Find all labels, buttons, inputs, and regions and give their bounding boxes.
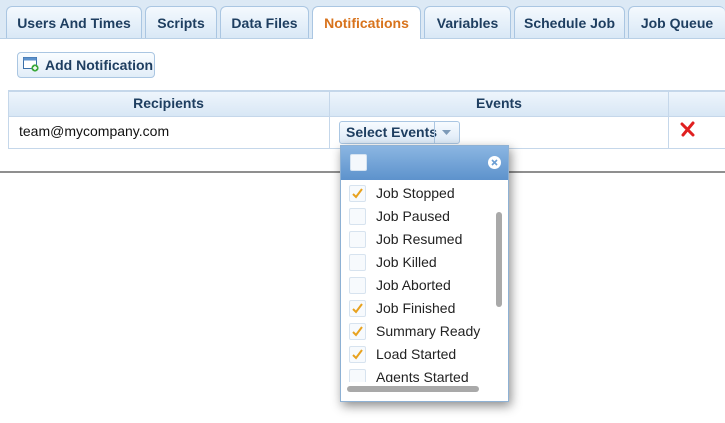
event-label: Job Killed xyxy=(376,254,437,270)
add-notification-icon xyxy=(23,57,39,72)
event-label: Job Stopped xyxy=(376,185,455,201)
dropdown-header xyxy=(341,146,508,180)
column-divider xyxy=(668,92,669,149)
event-item-job-aborted[interactable]: Job Aborted xyxy=(347,274,487,296)
event-item-job-resumed[interactable]: Job Resumed xyxy=(347,228,487,250)
tab-users-and-times[interactable]: Users And Times xyxy=(6,6,142,38)
tab-schedule-job[interactable]: Schedule Job xyxy=(514,6,625,38)
column-recipients: Recipients xyxy=(133,95,204,111)
event-item-job-paused[interactable]: Job Paused xyxy=(347,205,487,227)
events-list: Job Stopped Job Paused Job Resumed Job K… xyxy=(341,182,491,382)
add-notification-button[interactable]: Add Notification xyxy=(17,52,155,78)
tab-job-queue[interactable]: Job Queue xyxy=(628,6,725,38)
event-item-summary-ready[interactable]: Summary Ready xyxy=(347,320,487,342)
select-all-checkbox[interactable] xyxy=(350,154,367,171)
select-events-label: Select Events xyxy=(346,124,438,140)
checkbox[interactable] xyxy=(349,277,366,294)
tab-notifications[interactable]: Notifications xyxy=(312,6,421,39)
event-item-agents-started[interactable]: Agents Started xyxy=(347,366,487,382)
tab-variables[interactable]: Variables xyxy=(424,6,511,38)
checkbox[interactable] xyxy=(349,185,366,202)
delete-x-icon[interactable] xyxy=(680,121,696,137)
add-notification-label: Add Notification xyxy=(45,57,154,73)
check-icon xyxy=(352,326,363,337)
vertical-scroll-thumb[interactable] xyxy=(496,212,502,307)
table-border-left xyxy=(8,92,9,149)
event-item-job-stopped[interactable]: Job Stopped xyxy=(347,182,487,204)
event-label: Job Finished xyxy=(376,300,456,316)
event-label: Summary Ready xyxy=(376,323,481,339)
column-divider xyxy=(329,92,330,149)
select-events-dropdown[interactable]: Select Events xyxy=(339,121,460,144)
event-label: Job Paused xyxy=(376,208,450,224)
column-events: Events xyxy=(476,95,522,111)
event-item-load-started[interactable]: Load Started xyxy=(347,343,487,365)
event-label: Agents Started xyxy=(376,369,469,382)
dropdown-arrow[interactable] xyxy=(434,122,459,143)
checkbox[interactable] xyxy=(349,369,366,382)
tab-scripts[interactable]: Scripts xyxy=(145,6,217,38)
tab-bar: Users And Times Scripts Data Files Notif… xyxy=(0,0,725,39)
checkbox[interactable] xyxy=(349,346,366,363)
check-icon xyxy=(352,188,363,199)
event-label: Job Resumed xyxy=(376,231,463,247)
checkbox[interactable] xyxy=(349,300,366,317)
horizontal-scroll-thumb[interactable] xyxy=(347,386,479,392)
close-icon[interactable] xyxy=(488,156,501,169)
checkbox[interactable] xyxy=(349,208,366,225)
checkbox[interactable] xyxy=(349,323,366,340)
event-item-job-finished[interactable]: Job Finished xyxy=(347,297,487,319)
recipient-email: team@mycompany.com xyxy=(19,123,170,139)
check-icon xyxy=(352,303,363,314)
check-icon xyxy=(352,349,363,360)
event-item-job-killed[interactable]: Job Killed xyxy=(347,251,487,273)
table-header: Recipients Events xyxy=(8,92,725,117)
events-dropdown-panel: Job Stopped Job Paused Job Resumed Job K… xyxy=(340,145,509,402)
tab-data-files[interactable]: Data Files xyxy=(220,6,309,38)
checkbox[interactable] xyxy=(349,231,366,248)
event-label: Load Started xyxy=(376,346,457,362)
checkbox[interactable] xyxy=(349,254,366,271)
chevron-down-icon xyxy=(442,130,451,135)
event-label: Job Aborted xyxy=(376,277,451,293)
